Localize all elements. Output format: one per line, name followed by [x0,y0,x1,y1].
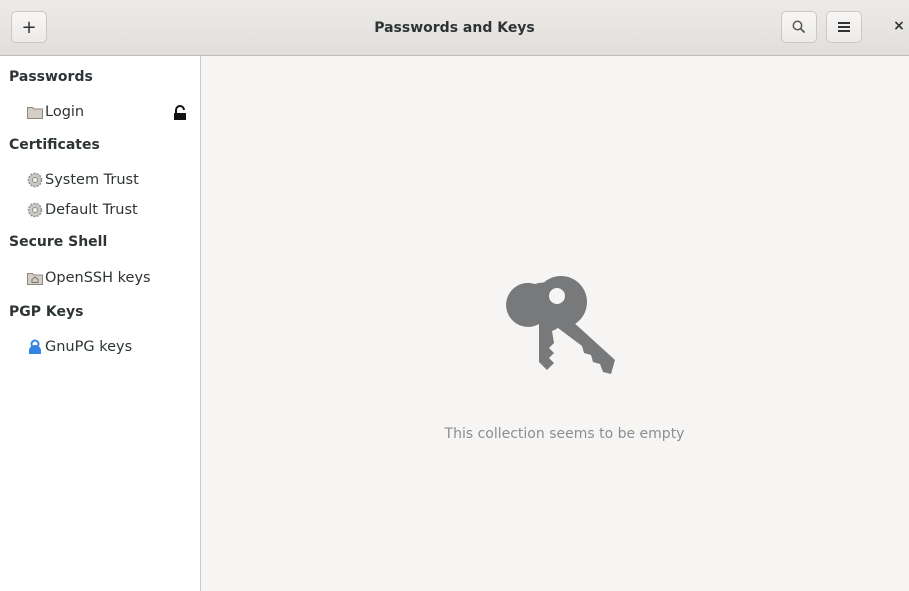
sidebar-item-label: Default Trust [45,202,138,218]
person-icon [27,339,43,355]
menu-button[interactable] [826,11,862,43]
search-icon [792,20,806,34]
close-button[interactable]: × [891,18,907,38]
section-secure-shell: Secure Shell [9,234,108,250]
search-button[interactable] [781,11,817,43]
section-pgp-keys: PGP Keys [9,304,84,320]
home-folder-icon [27,270,43,286]
folder-icon [27,104,43,120]
sidebar-item-label: System Trust [45,172,139,188]
gear-icon [27,172,43,188]
empty-state-message: This collection seems to be empty [444,426,685,442]
window-title: Passwords and Keys [374,20,535,36]
sidebar-item-label: Login [45,104,85,120]
header-bar: + Passwords and Keys × [0,0,909,56]
section-certificates: Certificates [9,137,100,153]
hamburger-menu-icon [838,22,850,32]
section-passwords: Passwords [9,69,93,85]
sidebar-item-label: OpenSSH keys [45,270,151,286]
sidebar-item-default-trust[interactable]: Default Trust [0,196,200,224]
sidebar-item-system-trust[interactable]: System Trust [0,166,200,194]
close-icon: × [893,18,905,34]
sidebar-item-gnupg-keys[interactable]: GnuPG keys [0,333,200,361]
main-content: This collection seems to be empty [201,56,909,591]
lock-icon[interactable] [173,105,187,121]
sidebar-item-openssh-keys[interactable]: OpenSSH keys [0,264,200,292]
sidebar-item-login[interactable]: Login [0,98,200,126]
gear-icon [27,202,43,218]
sidebar: Passwords Login Certificates System Trus… [0,56,201,591]
sidebar-item-label: GnuPG keys [45,339,133,355]
keys-icon [506,276,615,374]
